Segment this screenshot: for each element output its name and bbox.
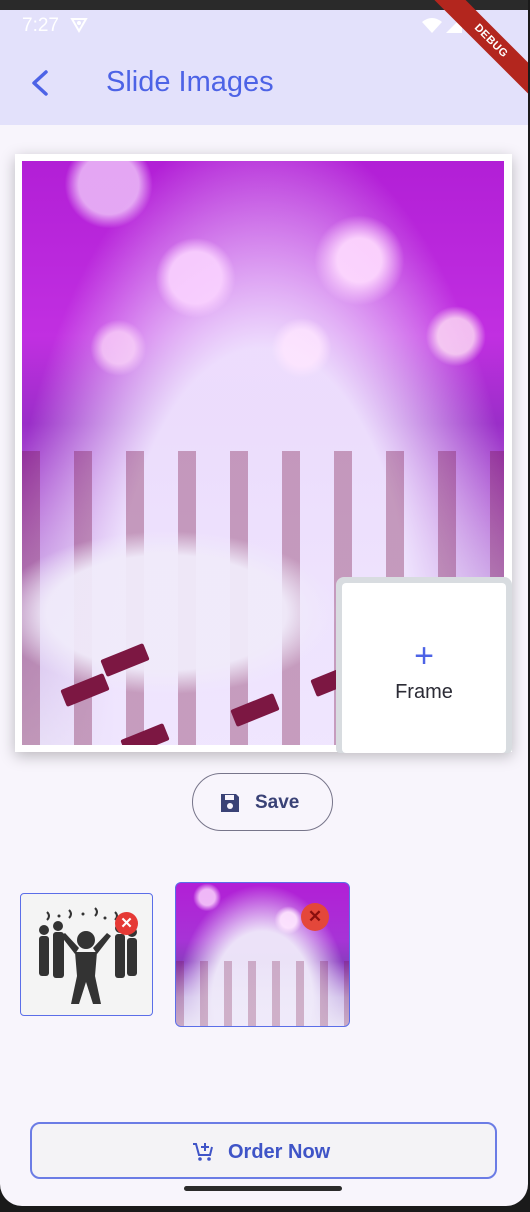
app-screen: 7:27 DEBUG Slide Images + Frame Save ✕ ✕… — [0, 0, 528, 1206]
plus-icon: + — [414, 637, 434, 675]
add-frame-card: + Frame — [342, 583, 506, 753]
status-time: 7:27 — [22, 15, 59, 36]
back-button[interactable] — [24, 62, 60, 102]
save-label: Save — [255, 792, 300, 813]
home-indicator[interactable] — [184, 1186, 342, 1191]
vpn-icon — [70, 16, 88, 40]
add-frame-button[interactable]: + Frame — [336, 577, 512, 753]
order-now-label: Order Now — [228, 1141, 331, 1163]
back-arrow-icon — [32, 70, 48, 96]
slide-thumbnail[interactable] — [175, 882, 350, 1027]
frame-label: Frame — [395, 681, 453, 703]
wifi-icon — [422, 18, 442, 33]
app-bar: 7:27 DEBUG Slide Images — [0, 0, 528, 125]
order-now-button[interactable]: Order Now — [30, 1122, 497, 1179]
add-to-cart-icon — [193, 1143, 213, 1161]
slide-thumbnail[interactable] — [20, 893, 153, 1016]
save-button[interactable]: Save — [192, 773, 333, 831]
remove-thumbnail-button[interactable]: ✕ — [115, 912, 138, 935]
save-icon — [221, 794, 239, 812]
page-title: Slide Images — [106, 66, 274, 98]
thumbnail-decor — [176, 961, 349, 1026]
remove-thumbnail-button[interactable]: ✕ — [301, 903, 329, 931]
